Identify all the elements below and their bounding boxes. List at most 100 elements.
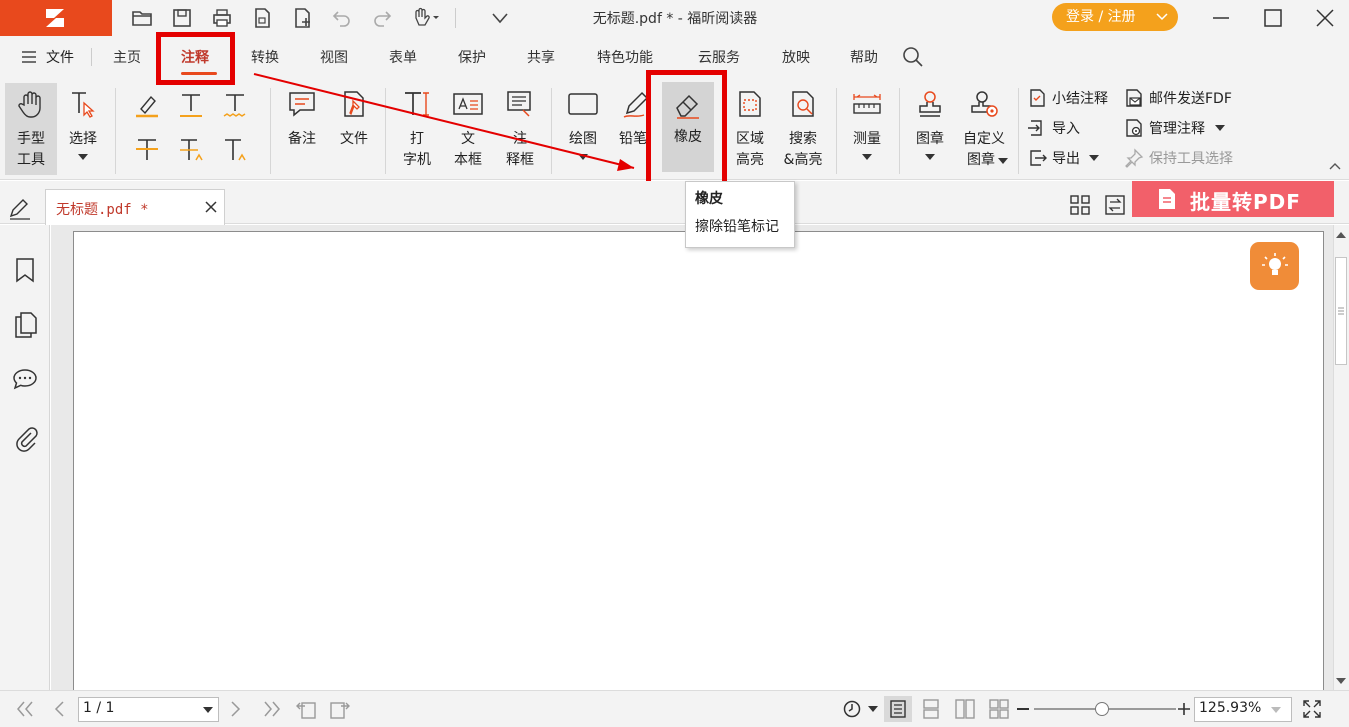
- prev-page-button[interactable]: [52, 700, 66, 718]
- pin-icon: [1125, 148, 1144, 168]
- first-page-button[interactable]: [15, 700, 35, 718]
- next-page-button[interactable]: [229, 700, 243, 718]
- page-number-input[interactable]: 1 / 1: [78, 697, 219, 722]
- menu-help[interactable]: 帮助: [850, 47, 878, 67]
- area-highlight-label-2: 高亮: [736, 152, 764, 168]
- insert-text-icon: [225, 139, 246, 161]
- redo-icon[interactable]: [370, 6, 394, 30]
- comments-panel-icon[interactable]: [12, 367, 38, 391]
- window-title: 无标题.pdf * - 福昕阅读器: [592, 11, 758, 27]
- pdf-page[interactable]: [73, 231, 1324, 696]
- app-logo[interactable]: [0, 0, 112, 36]
- import-label: 导入: [1052, 121, 1080, 137]
- print-icon[interactable]: [210, 6, 234, 30]
- underline-tool-button[interactable]: [177, 91, 205, 119]
- switch-view-icon[interactable]: [1105, 195, 1125, 215]
- export-label: 导出: [1052, 151, 1080, 167]
- summarize-icon: [1030, 89, 1045, 107]
- area-highlight-label-1: 区域: [736, 131, 764, 147]
- select-text-icon: [72, 92, 95, 118]
- continuous-view-icon[interactable]: [921, 699, 941, 719]
- close-button[interactable]: [1313, 6, 1337, 30]
- menu-form[interactable]: 表单: [389, 47, 417, 67]
- chevron-down-icon: [78, 154, 88, 160]
- annotation-pen-icon[interactable]: [8, 198, 32, 220]
- insert-text-tool-button[interactable]: [221, 136, 249, 164]
- stamp-tool-button[interactable]: 图章: [908, 83, 952, 175]
- email-fdf-icon: [1126, 89, 1142, 107]
- custom-stamp-tool-button[interactable]: 自定义 图章: [958, 83, 1010, 175]
- export-icon: [1030, 150, 1047, 166]
- previous-view-icon[interactable]: [295, 698, 317, 720]
- stamp-tool-label: 图章: [916, 131, 944, 147]
- highlight-tool-button[interactable]: [133, 91, 161, 119]
- menu-share[interactable]: 共享: [527, 47, 555, 67]
- menu-cloud[interactable]: 云服务: [698, 47, 740, 67]
- new-doc-icon[interactable]: [250, 6, 274, 30]
- zoom-level-input[interactable]: 125.93%: [1194, 697, 1292, 722]
- area-highlight-icon: [739, 91, 761, 117]
- last-page-button[interactable]: [262, 700, 282, 718]
- select-tool-button[interactable]: 选择: [60, 83, 106, 175]
- menu-features[interactable]: 特色功能: [597, 47, 653, 67]
- batch-convert-pdf-button[interactable]: 批量转PDF: [1132, 181, 1334, 217]
- area-highlight-tool-button[interactable]: 区域 高亮: [728, 83, 772, 175]
- undo-icon[interactable]: [330, 6, 354, 30]
- zoom-out-button[interactable]: [1017, 708, 1029, 710]
- search-icon[interactable]: [902, 46, 924, 68]
- pages-thumbnail-icon[interactable]: [14, 312, 38, 338]
- scroll-down-icon[interactable]: [1336, 677, 1346, 685]
- measure-tool-button[interactable]: 测量: [845, 83, 889, 175]
- search-highlight-tool-button[interactable]: 搜索 &高亮: [778, 83, 828, 175]
- menu-protect[interactable]: 保护: [458, 47, 486, 67]
- manage-comments-button[interactable]: 管理注释: [1124, 116, 1228, 140]
- continuous-facing-view-icon[interactable]: [989, 699, 1009, 719]
- squiggly-tool-button[interactable]: [221, 91, 249, 119]
- zoom-in-button[interactable]: [1178, 703, 1190, 715]
- save-icon[interactable]: [170, 6, 194, 30]
- login-button[interactable]: 登录 / 注册: [1052, 3, 1178, 31]
- folder-open-icon[interactable]: [130, 6, 154, 30]
- create-pdf-icon[interactable]: [290, 6, 314, 30]
- minimize-button[interactable]: [1209, 6, 1233, 30]
- document-tab[interactable]: 无标题.pdf *: [45, 189, 225, 225]
- menu-home[interactable]: 主页: [113, 47, 141, 67]
- document-tab-label: 无标题.pdf *: [56, 202, 149, 218]
- strikeout-tool-button[interactable]: [133, 136, 161, 164]
- batch-convert-label: 批量转PDF: [1190, 190, 1301, 214]
- attachment-icon[interactable]: [14, 424, 38, 452]
- next-view-icon[interactable]: [329, 698, 351, 720]
- page-number-value: 1 / 1: [83, 700, 115, 716]
- export-button[interactable]: 导出: [1027, 146, 1107, 170]
- menu-convert[interactable]: 转换: [251, 47, 279, 67]
- hand-tool-button[interactable]: 手型 工具: [5, 83, 57, 175]
- close-icon[interactable]: [204, 200, 218, 214]
- scroll-up-icon[interactable]: [1336, 231, 1346, 239]
- facing-view-icon[interactable]: [955, 699, 975, 719]
- search-highlight-label-2: &高亮: [783, 152, 823, 168]
- annotate-highlight-box: [156, 32, 235, 85]
- single-page-view-button[interactable]: [884, 696, 912, 722]
- bookmark-icon[interactable]: [14, 257, 36, 283]
- menu-slideshow[interactable]: 放映: [782, 47, 810, 67]
- menu-view[interactable]: 视图: [320, 47, 348, 67]
- grid-view-icon[interactable]: [1070, 195, 1090, 215]
- chevron-down-icon: [1271, 707, 1281, 713]
- scrollbar-thumb[interactable]: [1335, 257, 1347, 365]
- custom-stamp-label-1: 自定义: [963, 131, 1005, 147]
- hand-dropdown-icon[interactable]: [410, 6, 442, 30]
- lightbulb-icon: [1262, 253, 1288, 275]
- manage-comments-icon: [1126, 119, 1142, 137]
- collapse-ribbon-button[interactable]: [1329, 162, 1341, 170]
- maximize-button[interactable]: [1261, 6, 1285, 30]
- chevron-down-icon: [868, 706, 878, 712]
- underline-text-icon: [180, 94, 202, 117]
- eraser-highlight-box: [646, 70, 727, 186]
- hand-tool-label-1: 手型: [17, 131, 45, 147]
- left-sidebar: [0, 225, 50, 690]
- replace-text-tool-button[interactable]: [177, 136, 205, 164]
- tips-lightbulb-button[interactable]: [1250, 242, 1299, 290]
- fullscreen-icon[interactable]: [1302, 699, 1322, 719]
- chevron-down-icon: [1156, 13, 1168, 21]
- select-tool-label: 选择: [69, 131, 97, 147]
